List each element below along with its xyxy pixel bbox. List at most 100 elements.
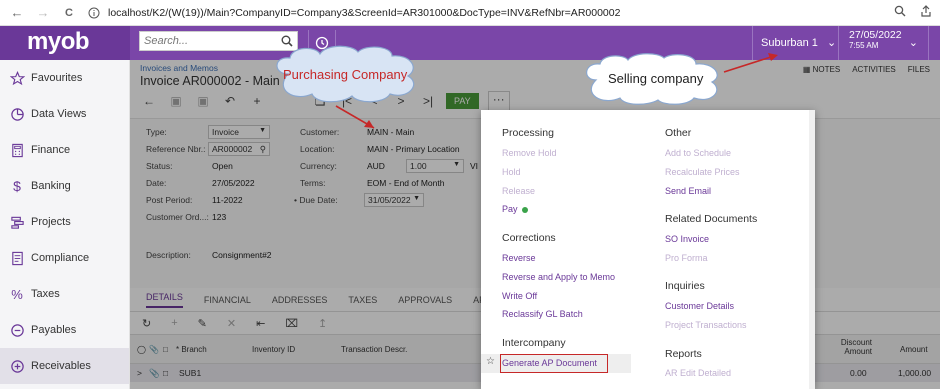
cell-discount-amount[interactable]: 0.00 <box>850 368 867 378</box>
export-excel-icon[interactable]: ⌧ <box>285 317 298 330</box>
menu-item-add-to-schedule[interactable]: Add to Schedule <box>665 148 731 158</box>
browser-reload-icon[interactable]: C <box>60 7 78 19</box>
menu-item-recalculate-prices[interactable]: Recalculate Prices <box>665 167 740 177</box>
upload-icon[interactable]: ↥ <box>318 317 327 330</box>
sidebar-item-taxes[interactable]: % Taxes <box>0 276 129 312</box>
menu-item-reverse[interactable]: Reverse <box>502 253 536 263</box>
type-select[interactable]: Invoice ▼ <box>208 125 270 139</box>
star-icon[interactable]: ☆ <box>486 356 495 367</box>
browser-address-bar: ← → C localhost/K2/(W(19))/Main?CompanyI… <box>0 0 940 26</box>
pay-button[interactable]: PAY <box>446 93 479 109</box>
menu-item-hold[interactable]: Hold <box>502 167 521 177</box>
reference-nbr-value: AR000002 <box>212 144 253 154</box>
post-period-value[interactable]: 11-2022 <box>212 195 243 205</box>
cell-branch[interactable]: SUB1 <box>179 368 201 378</box>
menu-item-pay[interactable]: Pay <box>502 204 528 214</box>
row-expand-icon[interactable]: > <box>137 368 142 378</box>
column-amount[interactable]: Amount <box>900 345 928 354</box>
reference-nbr-field[interactable]: AR000002 ⚲ <box>208 142 270 156</box>
tab-details[interactable]: DETAILS <box>146 292 183 308</box>
star-icon <box>9 70 25 86</box>
description-value[interactable]: Consignment#2 <box>212 250 272 260</box>
sidebar-item-payables[interactable]: Payables <box>0 312 129 348</box>
currency-value[interactable]: AUD <box>367 161 385 171</box>
sidebar-item-compliance[interactable]: Compliance <box>0 240 129 276</box>
menu-scrollbar[interactable] <box>809 110 815 389</box>
location-value[interactable]: MAIN - Primary Location <box>367 144 460 154</box>
sidebar-item-favourites[interactable]: Favourites <box>0 60 129 96</box>
menu-item-write-off[interactable]: Write Off <box>502 291 537 301</box>
share-icon[interactable] <box>920 5 932 20</box>
browser-forward-icon[interactable]: → <box>34 5 52 20</box>
sidebar-item-projects[interactable]: Projects <box>0 204 129 240</box>
menu-item-send-email[interactable]: Send Email <box>665 186 711 196</box>
rate-field[interactable]: 1.00 ▼ <box>406 159 464 173</box>
breadcrumb[interactable]: Invoices and Memos <box>140 63 218 73</box>
customer-order-value[interactable]: 123 <box>212 212 226 222</box>
menu-section-inquiries: Inquiries <box>665 280 705 292</box>
rate-value: 1.00 <box>410 161 427 171</box>
terms-value[interactable]: EOM - End of Month <box>367 178 444 188</box>
due-date-field[interactable]: 31/05/2022 ▼ <box>364 193 424 207</box>
tab-financial[interactable]: FINANCIAL <box>204 295 251 305</box>
save-close-icon[interactable]: ▣ <box>194 94 212 108</box>
refresh-icon[interactable]: ↻ <box>142 317 151 330</box>
search-input[interactable] <box>140 35 270 47</box>
status-dot-icon <box>521 206 528 213</box>
sidebar-item-banking[interactable]: $ Banking <box>0 168 129 204</box>
percent-icon: % <box>11 286 23 302</box>
column-discount-amount[interactable]: Discount Amount <box>838 338 872 356</box>
status-label: Status: <box>146 161 173 171</box>
add-row-icon[interactable]: + <box>171 317 177 330</box>
menu-item-reclassify-gl-batch[interactable]: Reclassify GL Batch <box>502 309 583 319</box>
files-link[interactable]: FILES <box>908 65 930 74</box>
info-icon[interactable] <box>88 7 100 19</box>
menu-item-project-transactions[interactable]: Project Transactions <box>665 320 747 330</box>
column-discount-amount-line1: Discount <box>840 338 872 347</box>
browser-back-icon[interactable]: ← <box>8 5 26 20</box>
delete-row-icon[interactable]: ✕ <box>227 317 236 330</box>
back-arrow-icon[interactable]: ← <box>140 94 158 108</box>
menu-item-pro-forma[interactable]: Pro Forma <box>665 253 708 263</box>
minus-circle-icon <box>9 322 25 338</box>
menu-item-ar-edit-detailed[interactable]: AR Edit Detailed <box>665 368 731 378</box>
attachment-icon[interactable]: 📎 <box>149 368 160 379</box>
user-menu[interactable] <box>928 26 940 60</box>
column-branch[interactable]: * Branch <box>176 345 207 354</box>
sidebar-item-receivables[interactable]: Receivables <box>0 348 129 384</box>
date-selector[interactable]: 27/05/2022 7:55 AM ⌄ <box>838 26 928 60</box>
menu-item-generate-ap-document[interactable]: Generate AP Document <box>502 358 597 368</box>
activities-link[interactable]: ACTIVITIES <box>852 65 896 74</box>
row-status-icon: ◯ <box>137 345 146 354</box>
edit-icon[interactable]: ✎ <box>198 317 207 330</box>
note-icon[interactable]: □ <box>163 368 168 378</box>
url-field[interactable]: localhost/K2/(W(19))/Main?CompanyID=Comp… <box>108 7 620 19</box>
sidebar-item-finance[interactable]: Finance <box>0 132 129 168</box>
menu-item-pay-label: Pay <box>502 204 518 214</box>
myob-logo[interactable]: myob <box>0 26 130 60</box>
add-icon[interactable]: + <box>248 94 266 108</box>
zoom-icon[interactable] <box>894 5 906 20</box>
column-inventory-id[interactable]: Inventory ID <box>252 345 295 354</box>
menu-item-remove-hold[interactable]: Remove Hold <box>502 148 557 158</box>
sidebar-item-label: Data Views <box>31 108 87 120</box>
menu-item-customer-details[interactable]: Customer Details <box>665 301 734 311</box>
menu-item-release[interactable]: Release <box>502 186 535 196</box>
tab-taxes[interactable]: TAXES <box>348 295 377 305</box>
undo-icon[interactable]: ↶ <box>221 94 239 108</box>
column-transaction-descr[interactable]: Transaction Descr. <box>341 345 407 354</box>
menu-section-intercompany: Intercompany <box>502 337 566 349</box>
reference-nbr-label: Reference Nbr.: <box>146 144 206 154</box>
notes-link[interactable]: ▦ NOTES <box>803 65 840 74</box>
fit-columns-icon[interactable]: ⇤ <box>256 317 265 330</box>
save-icon[interactable]: ▣ <box>167 94 185 108</box>
menu-item-so-invoice[interactable]: SO Invoice <box>665 234 709 244</box>
cell-amount[interactable]: 1,000.00 <box>898 368 931 378</box>
tab-addresses[interactable]: ADDRESSES <box>272 295 328 305</box>
date-value[interactable]: 27/05/2022 <box>212 178 255 188</box>
more-actions-button[interactable]: ··· <box>487 91 510 111</box>
menu-item-reverse-apply-memo[interactable]: Reverse and Apply to Memo <box>502 272 615 282</box>
view-rate-link[interactable]: VI <box>470 161 478 171</box>
tab-approvals[interactable]: APPROVALS <box>398 295 452 305</box>
sidebar-item-data-views[interactable]: Data Views <box>0 96 129 132</box>
